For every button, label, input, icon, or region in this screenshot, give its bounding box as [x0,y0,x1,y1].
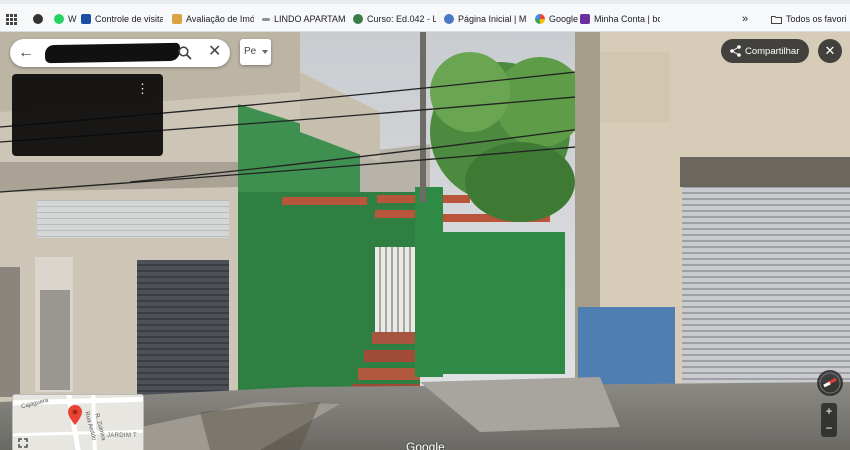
mini-map-district-label: JARDIM T [107,433,137,439]
more-options-icon[interactable]: ⋮ [136,82,149,96]
bookmark-globe[interactable] [33,11,47,27]
close-icon: ✕ [824,43,836,58]
folder-icon [771,15,782,24]
bookmark-label: Controle de visitas |... [95,14,163,24]
location-pin-icon [68,405,82,425]
chevron-down-icon [262,50,268,54]
globe-icon [33,14,43,24]
pegman-dropdown[interactable]: Pe [240,39,271,65]
search-icon[interactable] [178,46,192,60]
mini-map[interactable]: Cajaguera Rua Aroldo R. Zulmira JARDIM T [12,394,144,450]
zoom-in-button[interactable]: + [821,403,837,420]
bookmark-lindo-apartamento[interactable]: LINDO APARTAMEN... [262,11,346,27]
close-icon[interactable]: ✕ [208,43,221,61]
expand-map-icon[interactable] [18,438,28,448]
compass-icon [819,372,841,394]
compass-button[interactable] [817,370,843,396]
bookmark-label: Google [549,14,579,24]
apps-grid-icon[interactable] [6,11,17,27]
address-bar-remnant [0,0,850,4]
location-info-card[interactable]: ⋮ [12,74,163,156]
street-view-panorama[interactable]: ← ✕ Pe ⋮ Compartilhar ✕ Cajaguera Rua Ar… [0,32,850,450]
bookmark-avaliacao-imoveis[interactable]: Avaliação de Imóvei... [172,11,254,27]
bookmark-minha-conta[interactable]: Minha Conta | bom... [580,11,660,27]
google-logo: Google [406,440,445,450]
all-favorites-label: Todos os favoritos [786,14,846,24]
zoom-controls: + − [821,403,837,437]
bookmark-pagina-inicial[interactable]: Página Inicial | Micr... [444,11,527,27]
doc-icon [81,14,91,24]
bookmarks-overflow-button[interactable]: » [742,11,748,27]
close-street-view-button[interactable]: ✕ [818,39,842,63]
house-icon [172,14,182,24]
course-icon [353,14,363,24]
redaction-mark [44,42,181,64]
bookmark-label: LINDO APARTAMEN... [274,14,346,24]
gear-icon [444,14,454,24]
search-box[interactable]: ← ✕ [10,39,230,67]
bookmark-controle-visitas[interactable]: Controle de visitas |... [81,11,163,27]
bookmark-label: W [68,14,77,24]
all-favorites-folder[interactable]: Todos os favoritos [771,11,846,27]
bookmark-google[interactable]: Google [535,11,578,27]
google-icon [535,14,545,24]
bookmark-label: Página Inicial | Micr... [458,14,527,24]
share-icon [730,45,741,57]
bookmark-label: Avaliação de Imóvei... [186,14,254,24]
share-label: Compartilhar [745,46,800,57]
pegman-label: Pe [244,46,257,57]
bookmark-label: Minha Conta | bom... [594,14,660,24]
account-icon [580,14,590,24]
site-icon [262,17,270,21]
bookmark-whatsapp[interactable]: W [54,11,77,27]
chevron-double-icon: » [742,13,749,25]
bookmark-curso[interactable]: Curso: Ed.042 - Loca... [353,11,436,27]
bookmark-label: Curso: Ed.042 - Loca... [367,14,436,24]
back-arrow-icon[interactable]: ← [18,44,34,62]
whatsapp-icon [54,14,64,24]
bookmarks-bar: W Controle de visitas |... Avaliação de … [0,0,850,32]
share-button[interactable]: Compartilhar [721,39,809,63]
zoom-out-button[interactable]: − [821,420,837,437]
